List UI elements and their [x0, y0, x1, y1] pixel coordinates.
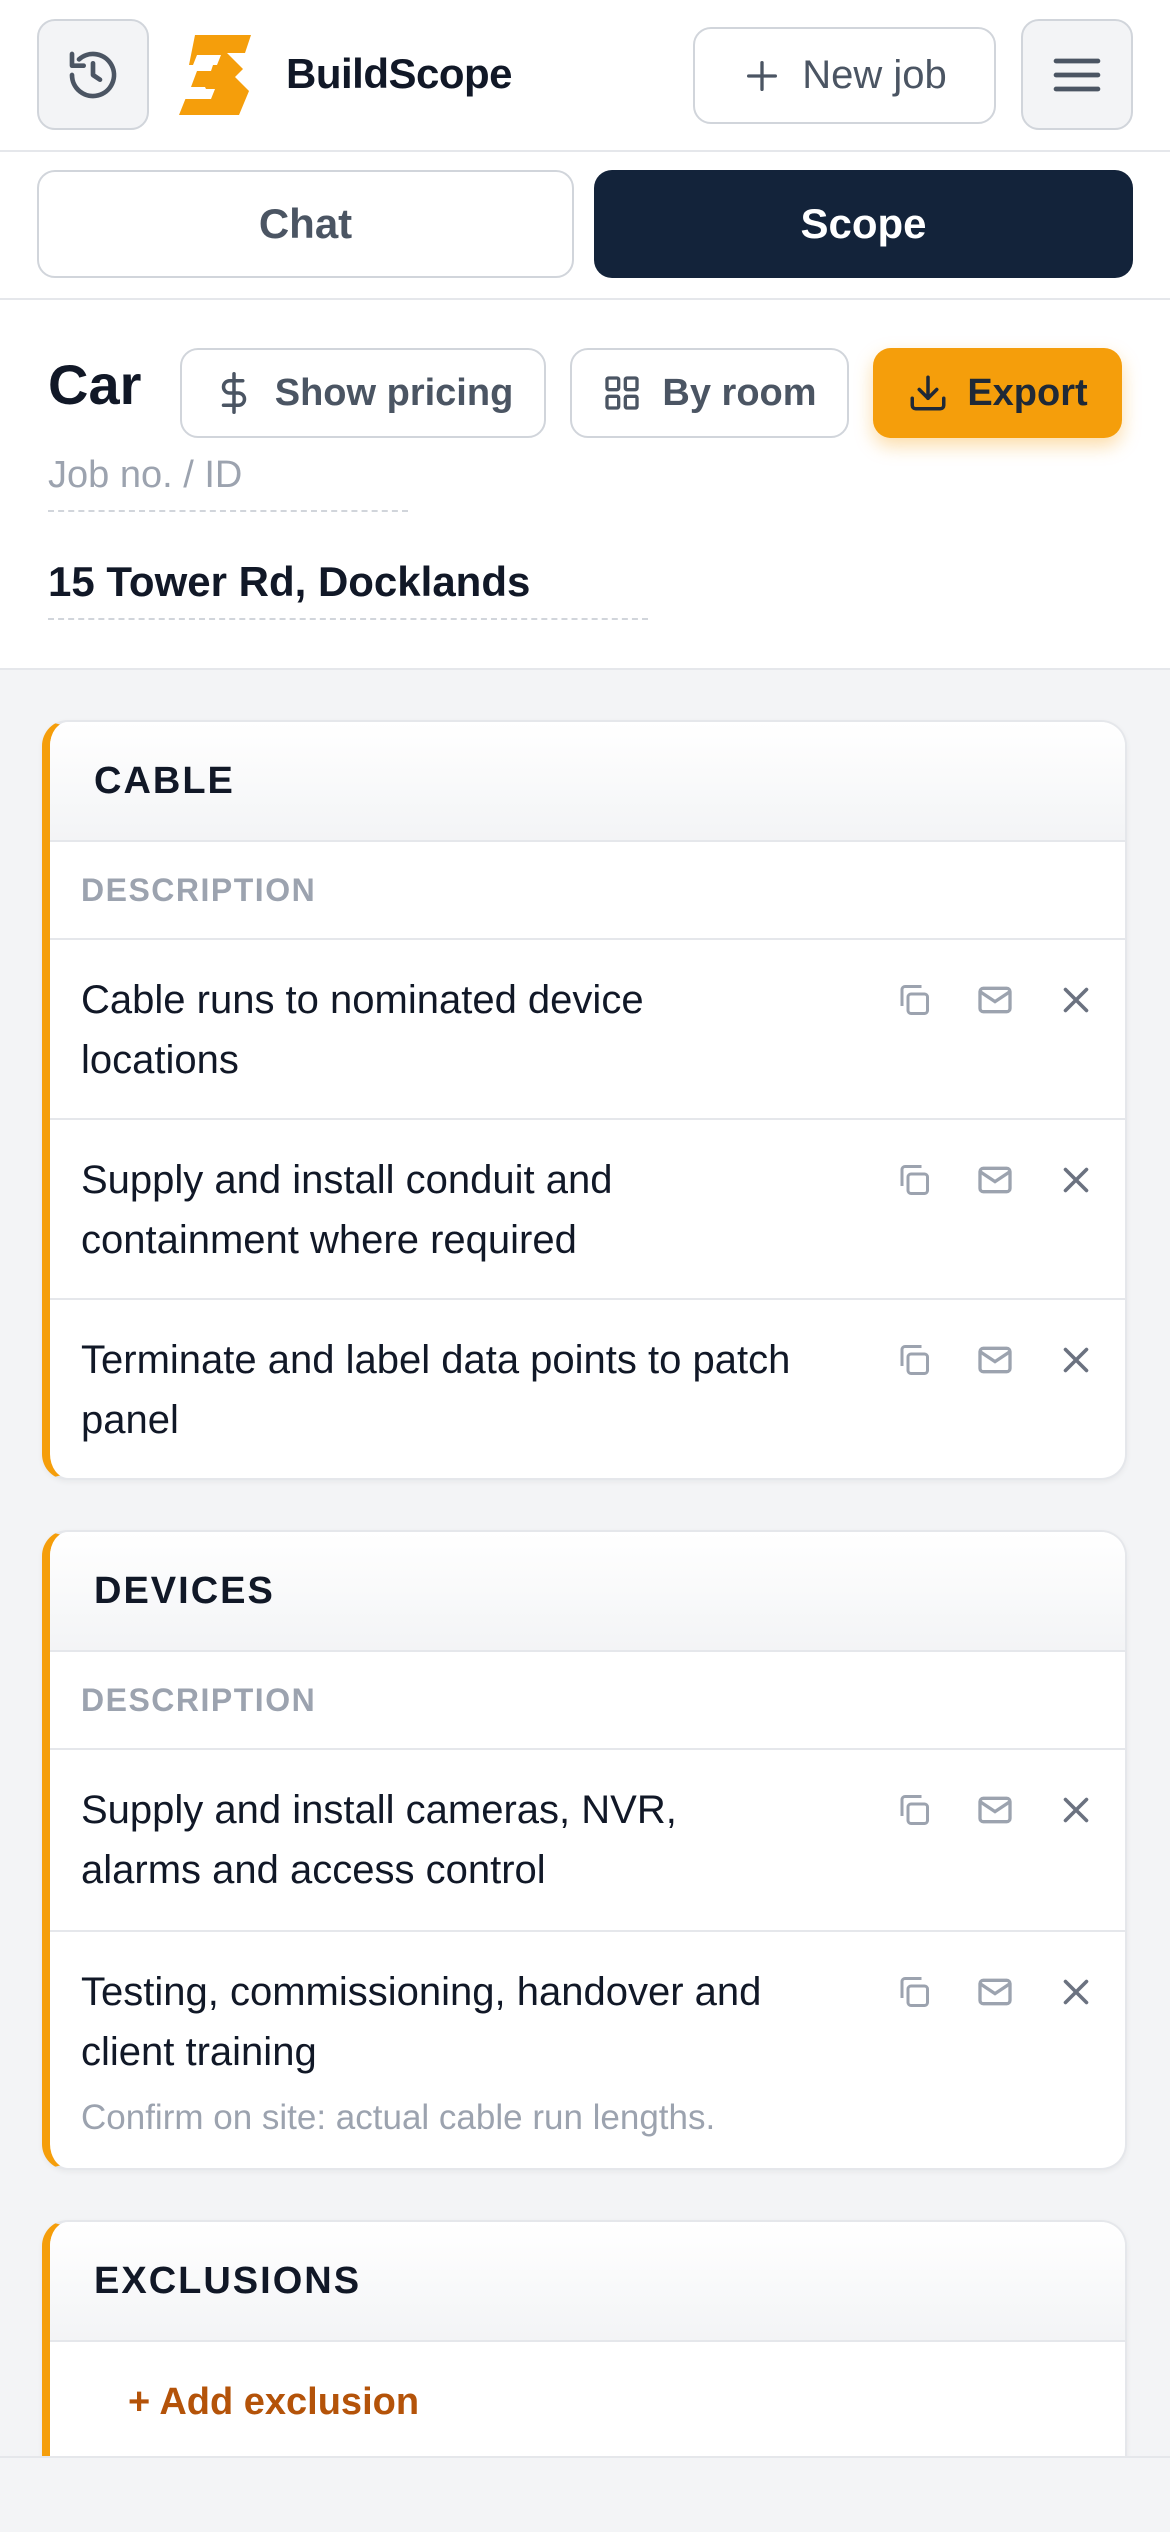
new-job-label: New job — [802, 53, 947, 97]
download-icon — [910, 375, 946, 411]
delete-button[interactable] — [1052, 976, 1100, 1024]
job-id-field[interactable]: Job no. / ID — [48, 454, 408, 512]
scope-item-actions — [890, 1968, 1100, 2016]
scope-item-text[interactable]: Terminate and label data points to patch… — [81, 1330, 801, 1450]
duplicate-button[interactable] — [890, 1968, 938, 2016]
mail-icon — [978, 986, 1012, 1014]
job-info-panel: Car Show pricing By room Export Job no. … — [0, 300, 1170, 670]
scope-item-text[interactable]: Testing, commissioning, handover and cli… — [81, 1962, 801, 2082]
duplicate-button[interactable] — [890, 1786, 938, 1834]
brand-name: BuildScope — [286, 50, 513, 97]
close-icon — [1063, 1797, 1089, 1823]
export-label: Export — [967, 371, 1088, 414]
mail-icon — [978, 1166, 1012, 1194]
grid-icon — [605, 376, 640, 410]
delete-button[interactable] — [1052, 1786, 1100, 1834]
copy-icon — [900, 1795, 929, 1825]
show-pricing-button[interactable]: Show pricing — [180, 348, 546, 438]
scope-item-actions — [890, 976, 1100, 1024]
section-title: DEVICES — [50, 1532, 1125, 1652]
scope-item[interactable]: Terminate and label data points to patch… — [50, 1300, 1125, 1478]
mail-icon — [978, 1978, 1012, 2006]
job-title[interactable]: Car — [48, 352, 144, 417]
copy-icon — [900, 1165, 929, 1195]
email-button[interactable] — [971, 1156, 1019, 1204]
job-address-field[interactable]: 15 Tower Rd, Docklands — [48, 558, 648, 620]
add-exclusion-button[interactable]: + Add exclusion — [50, 2342, 1125, 2462]
scope-item-text[interactable]: Supply and install conduit and containme… — [81, 1150, 801, 1270]
close-icon — [1063, 1979, 1089, 2005]
menu-button[interactable] — [1021, 19, 1133, 130]
scope-item-text[interactable]: Supply and install cameras, NVR, alarms … — [81, 1780, 801, 1900]
bottom-bar — [0, 2456, 1170, 2532]
delete-button[interactable] — [1052, 1156, 1100, 1204]
history-button[interactable] — [37, 19, 149, 130]
history-icon — [69, 51, 117, 98]
show-pricing-label: Show pricing — [274, 371, 514, 414]
scope-item-actions — [890, 1336, 1100, 1384]
duplicate-button[interactable] — [890, 1336, 938, 1384]
mail-icon — [978, 1796, 1012, 1824]
copy-icon — [900, 985, 929, 1015]
scope-item-text[interactable]: Cable runs to nominated device locations — [81, 970, 801, 1090]
close-icon — [1063, 987, 1089, 1013]
scope-item-note: Confirm on site: actual cable run length… — [81, 2098, 716, 2137]
export-button[interactable]: Export — [873, 348, 1122, 438]
column-header-description: DESCRIPTION — [50, 1652, 1125, 1750]
scope-item[interactable]: Cable runs to nominated device locations — [50, 940, 1125, 1120]
scope-item[interactable]: Supply and install conduit and containme… — [50, 1120, 1125, 1300]
close-icon — [1063, 1167, 1089, 1193]
section-devices: DEVICES DESCRIPTION Supply and install c… — [42, 1530, 1127, 2170]
app-header: BuildScope New job — [0, 0, 1170, 152]
email-button[interactable] — [971, 1968, 1019, 2016]
scope-item-actions — [890, 1786, 1100, 1834]
hamburger-menu-icon — [1053, 58, 1101, 91]
copy-icon — [900, 1345, 929, 1375]
tab-chat[interactable]: Chat — [37, 170, 574, 278]
duplicate-button[interactable] — [890, 976, 938, 1024]
section-title: CABLE — [50, 722, 1125, 842]
scope-item-actions — [890, 1156, 1100, 1204]
new-job-button[interactable]: New job — [693, 27, 996, 124]
email-button[interactable] — [971, 1336, 1019, 1384]
close-icon — [1063, 1347, 1089, 1373]
by-room-button[interactable]: By room — [570, 348, 849, 438]
email-button[interactable] — [971, 976, 1019, 1024]
delete-button[interactable] — [1052, 1336, 1100, 1384]
column-header-description: DESCRIPTION — [50, 842, 1125, 940]
section-title: EXCLUSIONS — [50, 2222, 1125, 2342]
by-room-label: By room — [662, 371, 817, 414]
delete-button[interactable] — [1052, 1968, 1100, 2016]
duplicate-button[interactable] — [890, 1156, 938, 1204]
section-cable: CABLE DESCRIPTION Cable runs to nominate… — [42, 720, 1127, 1480]
copy-icon — [900, 1977, 929, 2007]
mail-icon — [978, 1346, 1012, 1374]
scope-item[interactable]: Testing, commissioning, handover and cli… — [50, 1932, 1125, 2168]
email-button[interactable] — [971, 1786, 1019, 1834]
scope-item[interactable]: Supply and install cameras, NVR, alarms … — [50, 1750, 1125, 1932]
view-tabs: Chat Scope — [0, 152, 1170, 300]
buildscope-logo-icon — [179, 35, 251, 115]
tab-scope[interactable]: Scope — [594, 170, 1133, 278]
plus-icon — [747, 60, 778, 91]
dollar-icon — [221, 372, 246, 414]
